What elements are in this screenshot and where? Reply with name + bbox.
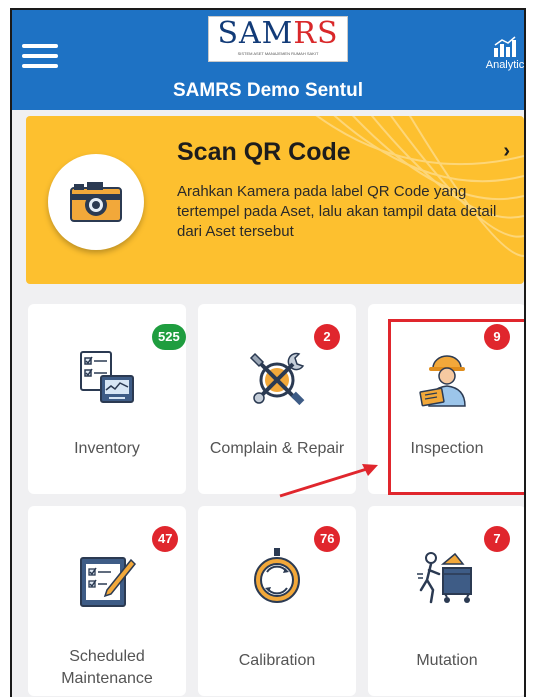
tile-label: Calibration bbox=[238, 652, 316, 669]
tile-calibration[interactable]: 76 Calibration bbox=[198, 506, 356, 696]
camera-icon bbox=[70, 182, 122, 222]
tile-label: Complain & Repair bbox=[209, 440, 345, 457]
tile-label: Inventory bbox=[74, 440, 140, 457]
tile-scheduled-maintenance[interactable]: 47 Scheduled Maintenance bbox=[28, 506, 186, 696]
annotation-arrow-icon bbox=[279, 464, 378, 498]
app-title: SAMRS Demo Sentul bbox=[172, 80, 364, 101]
checklist-pencil-icon bbox=[80, 557, 137, 607]
scan-title: Scan QR Code bbox=[177, 138, 351, 166]
inventory-count-badge: 525 bbox=[152, 324, 186, 350]
tile-label: Scheduled Maintenance bbox=[61, 648, 153, 687]
calibration-count-badge: 76 bbox=[314, 526, 341, 552]
app-header: SAMRS SISTEM ASET MANAJEMEN RUMAH SAKIT … bbox=[12, 10, 524, 110]
moving-person-icon bbox=[417, 552, 472, 604]
tile-label: Mutation bbox=[416, 652, 478, 669]
scan-description: Arahkan Kamera pada label QR Code yang t… bbox=[177, 183, 497, 240]
checklist-monitor-icon bbox=[80, 351, 134, 403]
calibration-ring-icon bbox=[254, 548, 300, 603]
bar-chart-icon bbox=[494, 36, 516, 57]
tile-mutation[interactable]: 7 Mutation bbox=[368, 506, 524, 696]
samrs-logo: SAMRS SISTEM ASET MANAJEMEN RUMAH SAKIT bbox=[208, 16, 348, 62]
analytic-button[interactable]: Analytic bbox=[478, 36, 524, 71]
wrench-screwdriver-icon bbox=[249, 352, 305, 406]
maintenance-count-badge: 47 bbox=[152, 526, 179, 552]
scan-qr-card[interactable]: Scan QR Code Arahkan Kamera pada label Q… bbox=[26, 116, 524, 284]
tile-inventory[interactable]: 525 Inventory bbox=[28, 304, 186, 494]
camera-badge bbox=[48, 154, 144, 250]
inspection-highlight-box bbox=[388, 319, 524, 495]
complain-count-badge: 2 bbox=[314, 324, 340, 350]
mutation-count-badge: 7 bbox=[484, 526, 510, 552]
app-frame: SAMRS SISTEM ASET MANAJEMEN RUMAH SAKIT … bbox=[10, 8, 526, 697]
hamburger-menu-icon[interactable] bbox=[22, 44, 58, 72]
chevron-right-icon[interactable]: › bbox=[503, 140, 510, 163]
